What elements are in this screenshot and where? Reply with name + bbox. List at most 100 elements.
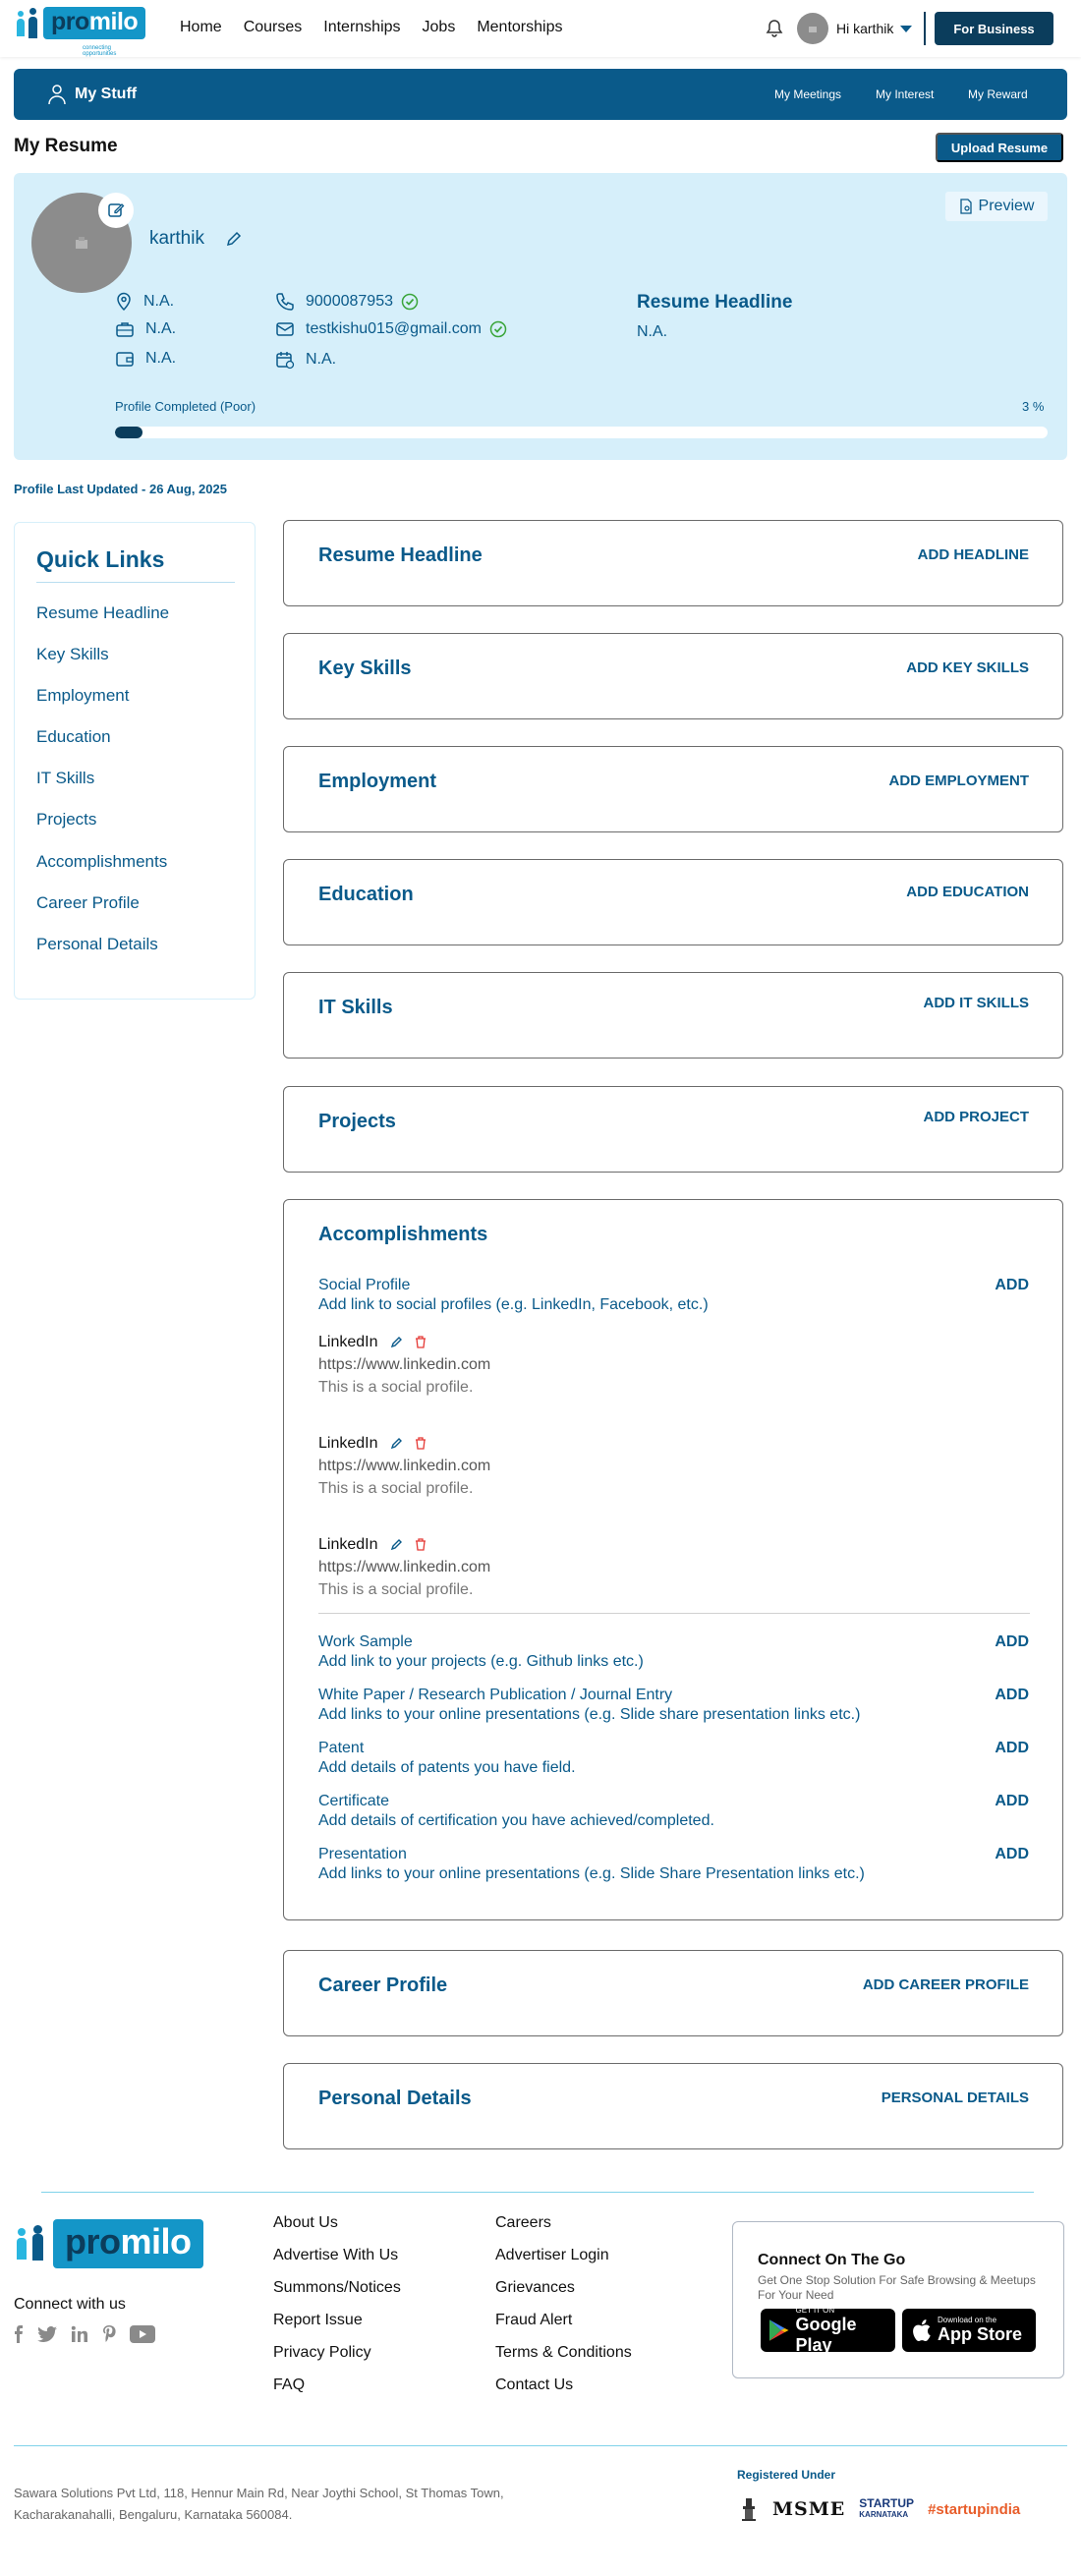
preview-button[interactable]: Preview [945,192,1048,221]
trash-icon[interactable] [414,1335,427,1348]
facebook-icon[interactable] [14,2325,24,2343]
social-profile-name: LinkedIn [318,1334,427,1351]
add-key-skills-button[interactable]: ADD KEY SKILLS [906,659,1029,676]
work-sample-title: Work Sample [318,1633,413,1650]
personal-details-button[interactable]: PERSONAL DETAILS [882,2089,1029,2106]
pencil-icon[interactable] [390,1537,404,1551]
footer-about-us[interactable]: About Us [273,2214,338,2232]
footer-report-issue[interactable]: Report Issue [273,2312,363,2329]
twitter-icon[interactable] [37,2326,57,2342]
projects-section: Projects ADD PROJECT [283,1086,1063,1173]
quick-link-career-profile[interactable]: Career Profile [36,893,140,913]
add-presentation-button[interactable]: ADD [995,1846,1029,1863]
add-work-sample-button[interactable]: ADD [995,1633,1029,1651]
promilo-logo[interactable]: promilo connecting opportunities [14,5,146,57]
quick-link-key-skills[interactable]: Key Skills [36,645,109,664]
apple-small-text: Download on the [938,2316,997,2324]
my-reward-link[interactable]: My Reward [968,87,1028,101]
profile-completion-label: Profile Completed (Poor) [115,399,256,414]
footer-advertiser-login[interactable]: Advertiser Login [495,2247,609,2264]
bell-icon[interactable] [765,19,784,38]
footer-advertise[interactable]: Advertise With Us [273,2247,398,2264]
work-sample-desc: Add link to your projects (e.g. Github l… [318,1653,644,1670]
startup-india-logo: #startupindia [928,2500,1021,2518]
logo-wordmark: promilo [53,2219,203,2268]
google-small-text: GET IT ON [795,2305,835,2315]
pencil-icon[interactable] [225,230,243,248]
quick-link-projects[interactable]: Projects [36,810,96,830]
social-profile-desc: Add link to social profiles (e.g. Linked… [318,1296,709,1313]
quick-link-resume-headline[interactable]: Resume Headline [36,603,169,623]
menu-jobs[interactable]: Jobs [423,19,456,36]
quick-link-personal-details[interactable]: Personal Details [36,935,158,954]
quick-link-it-skills[interactable]: IT Skills [36,769,94,788]
trash-icon[interactable] [414,1436,427,1450]
go-title: Connect On The Go [758,2252,906,2268]
chevron-down-icon [900,25,913,32]
pinterest-icon[interactable] [102,2325,116,2343]
quick-link-education[interactable]: Education [36,727,111,747]
photo-placeholder-icon [76,237,87,249]
add-social-profile-button[interactable]: ADD [995,1277,1029,1294]
quick-link-accomplishments[interactable]: Accomplishments [36,852,167,872]
footer-terms[interactable]: Terms & Conditions [495,2344,632,2362]
menu-courses[interactable]: Courses [244,19,303,36]
logo-wordmark: promilo [43,6,146,39]
my-meetings-link[interactable]: My Meetings [774,87,841,101]
go-subtitle: Get One Stop Solution For Safe Browsing … [758,2273,1036,2302]
notice-period-info: N.A. [275,350,336,370]
logo-people-icon [14,5,43,40]
address-line-1: Sawara Solutions Pvt Ltd, 118, Hennur Ma… [14,2486,504,2500]
upload-resume-button[interactable]: Upload Resume [936,133,1063,162]
menu-mentorships[interactable]: Mentorships [477,19,562,36]
for-business-button[interactable]: For Business [935,12,1053,45]
app-store-button[interactable]: Download on the App Store [902,2309,1036,2352]
footer-summons[interactable]: Summons/Notices [273,2279,401,2297]
social-profile-url[interactable]: https://www.linkedin.com [318,1356,490,1374]
key-skills-section: Key Skills ADD KEY SKILLS [283,633,1063,719]
social-profile-name: LinkedIn [318,1536,427,1554]
experience-value: N.A. [145,320,177,337]
presentation-title: Presentation [318,1846,407,1862]
add-career-profile-button[interactable]: ADD CAREER PROFILE [863,1976,1029,1993]
google-play-icon [768,2319,789,2341]
linkedin-icon[interactable] [71,2325,88,2343]
footer-contact-us[interactable]: Contact Us [495,2376,573,2394]
add-employment-button[interactable]: ADD EMPLOYMENT [889,773,1030,789]
social-profile-url[interactable]: https://www.linkedin.com [318,1458,490,1475]
resume-headline-value: N.A. [637,323,668,340]
section-title: Career Profile [318,1975,448,1996]
youtube-icon[interactable] [130,2325,155,2343]
my-interest-link[interactable]: My Interest [876,87,934,101]
footer-fraud-alert[interactable]: Fraud Alert [495,2312,572,2329]
logo-tagline: connecting opportunities [83,45,117,57]
footer-logo[interactable]: promilo [14,2219,203,2268]
add-white-paper-button[interactable]: ADD [995,1687,1029,1704]
quick-link-employment[interactable]: Employment [36,686,129,706]
add-certificate-button[interactable]: ADD [995,1793,1029,1810]
add-education-button[interactable]: ADD EDUCATION [906,884,1029,900]
social-profile-url[interactable]: https://www.linkedin.com [318,1559,490,1576]
menu-home[interactable]: Home [180,19,222,36]
patent-desc: Add details of patents you have field. [318,1759,576,1776]
google-play-button[interactable]: GET IT ON Google Play [761,2305,895,2355]
footer-faq[interactable]: FAQ [273,2376,305,2394]
add-it-skills-button[interactable]: ADD IT SKILLS [924,995,1030,1011]
section-title: Education [318,884,414,905]
menu-internships[interactable]: Internships [323,19,400,36]
add-patent-button[interactable]: ADD [995,1740,1029,1757]
education-section: Education ADD EDUCATION [283,859,1063,945]
divider [318,1613,1030,1614]
pencil-icon[interactable] [390,1436,404,1450]
footer-careers[interactable]: Careers [495,2214,551,2232]
user-menu[interactable]: Hi karthik [797,13,913,44]
trash-icon[interactable] [414,1537,427,1551]
pencil-icon[interactable] [390,1335,404,1348]
add-headline-button[interactable]: ADD HEADLINE [918,546,1029,563]
footer-grievances[interactable]: Grievances [495,2279,575,2297]
msme-logo: MSME [772,2498,846,2520]
edit-photo-button[interactable] [98,193,134,228]
add-project-button[interactable]: ADD PROJECT [923,1109,1029,1125]
footer-privacy[interactable]: Privacy Policy [273,2344,371,2362]
profile-completion-percent: 3 % [1022,399,1045,414]
